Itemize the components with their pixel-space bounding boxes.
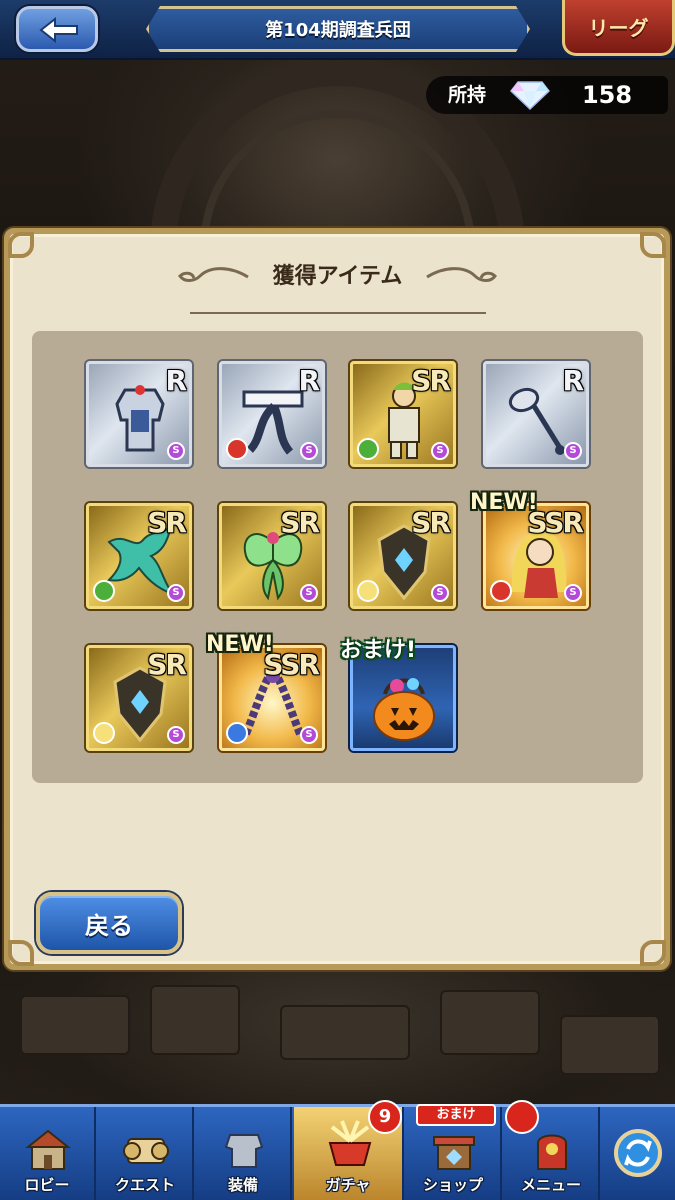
balance-label: 所持	[448, 84, 487, 106]
quest-icon	[123, 1138, 169, 1164]
item-tile[interactable]: SR S	[219, 503, 325, 609]
gem-icon	[510, 81, 550, 110]
new-label: NEW!	[206, 632, 274, 657]
gem-balance: 所持 158	[426, 76, 668, 114]
s-badge: S	[300, 726, 318, 744]
rarity-label: SR	[147, 648, 187, 681]
rarity-label: SR	[411, 364, 451, 397]
rarity-label: SR	[280, 506, 320, 539]
top-bar: 第104期調査兵団 リーグ	[0, 0, 675, 60]
s-badge: S	[431, 442, 449, 460]
nav-item-refresh[interactable]	[602, 1107, 675, 1200]
nav-item-equipment[interactable]: 装備	[196, 1107, 292, 1200]
gacha-icon	[328, 1120, 372, 1166]
pumpkin-basket-icon	[373, 678, 435, 741]
league-button[interactable]: リーグ	[562, 0, 675, 56]
panel-corner-ornament	[4, 936, 38, 970]
item-tile[interactable]: SR S	[350, 503, 456, 609]
item-tile[interactable]: R S	[483, 361, 589, 467]
nav-label: ロビー	[24, 1176, 70, 1194]
s-badge: S	[564, 442, 582, 460]
nav-item-lobby[interactable]: ロビー	[0, 1107, 96, 1200]
wind-element-icon	[93, 580, 115, 602]
item-tile[interactable]: R S	[219, 361, 325, 467]
nav-label: メニュー	[520, 1176, 581, 1194]
nav-item-quest[interactable]: クエスト	[98, 1107, 194, 1200]
balance-value: 158	[581, 81, 633, 109]
shop-bonus-badge: おまけ	[416, 1104, 496, 1126]
s-badge: S	[167, 726, 185, 744]
bonus-label: おまけ!	[340, 638, 417, 663]
rarity-label: R	[562, 364, 584, 397]
menu-notification-badge	[505, 1100, 539, 1134]
lobby-icon	[25, 1129, 71, 1170]
fire-element-icon	[226, 438, 248, 460]
gacha-notification-badge: 9	[368, 1100, 402, 1134]
refresh-icon	[614, 1129, 662, 1177]
rarity-label: SR	[411, 506, 451, 539]
water-element-icon	[226, 722, 248, 744]
bottom-nav: ロビー クエスト 装備 ガチャ ショップ メニュー	[0, 1104, 675, 1200]
return-button[interactable]: 戻る	[36, 892, 182, 954]
nav-label: クエスト	[114, 1176, 175, 1194]
back-button[interactable]	[16, 6, 98, 52]
wind-element-icon	[357, 438, 379, 460]
item-tile[interactable]: SSR S	[483, 503, 589, 609]
rarity-label: R	[298, 364, 320, 397]
menu-icon	[537, 1134, 567, 1170]
s-badge: S	[300, 442, 318, 460]
stone-floor	[0, 975, 675, 1105]
s-badge: S	[167, 584, 185, 602]
new-label: NEW!	[470, 490, 538, 515]
s-badge: S	[300, 584, 318, 602]
equipment-icon	[224, 1134, 264, 1168]
back-arrow-icon	[39, 17, 78, 43]
s-badge: S	[564, 584, 582, 602]
light-element-icon	[357, 580, 379, 602]
item-tile[interactable]: SR S	[86, 503, 192, 609]
title-flourish-right	[426, 267, 497, 282]
item-tile[interactable]: SSR S	[219, 645, 325, 751]
title-divider	[190, 312, 486, 314]
item-tile[interactable]: SR S	[350, 361, 456, 467]
section-title: 獲得アイテム	[272, 264, 403, 289]
rarity-label: SR	[147, 506, 187, 539]
shop-icon	[433, 1136, 475, 1170]
item-tile[interactable]: SR S	[86, 645, 192, 751]
light-element-icon	[93, 722, 115, 744]
item-tile[interactable]: R S	[86, 361, 192, 467]
s-badge: S	[431, 584, 449, 602]
page-title: 第104期調査兵団	[265, 20, 411, 41]
nav-label: 装備	[227, 1176, 258, 1194]
panel-corner-ornament	[636, 936, 670, 970]
s-badge: S	[167, 442, 185, 460]
nav-label: ガチャ	[325, 1176, 371, 1194]
rarity-label: R	[165, 364, 187, 397]
nav-label: ショップ	[422, 1176, 483, 1194]
fire-element-icon	[490, 580, 512, 602]
